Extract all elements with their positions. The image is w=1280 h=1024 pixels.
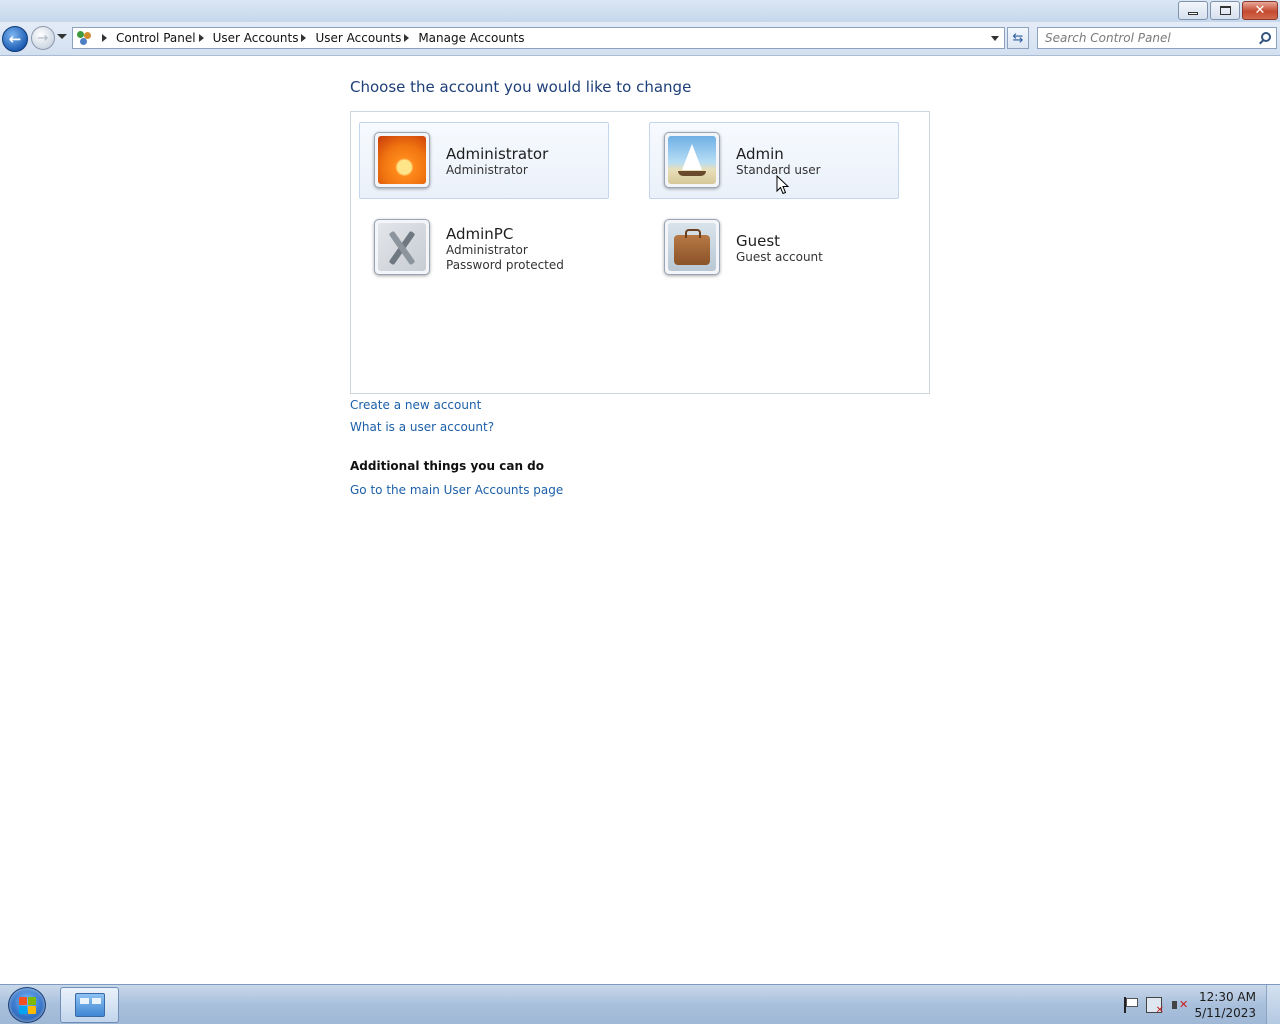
- account-type: Guest account: [736, 250, 823, 264]
- account-administrator[interactable]: Administrator Administrator: [359, 122, 609, 199]
- close-icon: ✕: [1254, 3, 1266, 18]
- accounts-panel: Administrator Administrator Admin Standa…: [350, 111, 930, 394]
- volume-muted-icon[interactable]: [1171, 997, 1188, 1013]
- orange-flower-picture: [378, 136, 426, 184]
- back-button[interactable]: ←: [2, 26, 28, 52]
- account-name: AdminPC: [446, 225, 514, 243]
- window-controls: ✕: [1176, 1, 1278, 20]
- additional-things-heading: Additional things you can do: [350, 459, 545, 473]
- show-desktop-button[interactable]: [1266, 985, 1280, 1024]
- breadcrumb-separator-icon[interactable]: [198, 34, 204, 42]
- account-admin[interactable]: Admin Standard user: [649, 122, 899, 199]
- breadcrumb-manage-accounts[interactable]: Manage Accounts: [418, 31, 524, 45]
- address-bar[interactable]: Control Panel User Accounts User Account…: [72, 27, 1005, 49]
- breadcrumb-control-panel[interactable]: Control Panel: [116, 31, 196, 45]
- main-user-accounts-link[interactable]: Go to the main User Accounts page: [350, 483, 563, 497]
- what-is-account-link[interactable]: What is a user account?: [350, 420, 494, 434]
- search-box[interactable]: [1037, 27, 1277, 49]
- account-guest[interactable]: Guest Guest account: [649, 209, 899, 286]
- account-type: Administrator: [446, 243, 528, 257]
- user-accounts-icon: [77, 31, 93, 45]
- control-panel-icon: [74, 993, 105, 1017]
- page-title: Choose the account you would like to cha…: [350, 78, 692, 96]
- breadcrumb-separator-icon[interactable]: [404, 34, 410, 42]
- taskbar-control-panel-button[interactable]: [60, 987, 119, 1023]
- restore-button[interactable]: [1210, 1, 1240, 20]
- clock-time: 12:30 AM: [1199, 990, 1256, 1004]
- network-disconnected-icon[interactable]: [1146, 997, 1164, 1016]
- address-dropdown-icon[interactable]: [991, 36, 999, 41]
- clock[interactable]: 12:30 AM 5/11/2023: [1194, 989, 1256, 1021]
- windows-logo-icon: [19, 997, 37, 1015]
- account-picture: [664, 219, 720, 275]
- taskbar: 12:30 AM 5/11/2023: [0, 984, 1280, 1024]
- breadcrumb-separator-icon[interactable]: [301, 34, 307, 42]
- start-button[interactable]: [8, 987, 46, 1023]
- breadcrumb-user-accounts[interactable]: User Accounts: [213, 31, 299, 45]
- tools-picture: [378, 223, 426, 271]
- suitcase-picture: [668, 223, 716, 271]
- back-arrow-icon: ←: [8, 30, 22, 48]
- clock-date: 5/11/2023: [1194, 1006, 1256, 1020]
- forward-button[interactable]: →: [31, 26, 55, 50]
- search-icon[interactable]: [1261, 32, 1271, 42]
- account-name: Guest: [736, 232, 781, 250]
- account-picture: [374, 219, 430, 275]
- sailboat-picture: [668, 136, 716, 184]
- account-name: Administrator: [446, 145, 549, 163]
- account-picture: [374, 132, 430, 188]
- account-password-status: Password protected: [446, 258, 564, 272]
- recent-pages-dropdown[interactable]: [57, 34, 67, 39]
- breadcrumb-user-accounts-sub[interactable]: User Accounts: [315, 31, 401, 45]
- account-name: Admin: [736, 145, 784, 163]
- refresh-icon: ⇆: [1012, 30, 1024, 46]
- action-center-flag-icon[interactable]: [1122, 997, 1138, 1013]
- minimize-button[interactable]: [1178, 1, 1208, 20]
- breadcrumb-separator-icon[interactable]: [102, 34, 107, 42]
- refresh-button[interactable]: ⇆: [1007, 27, 1029, 49]
- search-input[interactable]: [1038, 28, 1252, 48]
- close-button[interactable]: ✕: [1242, 1, 1278, 20]
- navigation-bar: ← → Control Panel User Accounts User Acc…: [0, 22, 1280, 56]
- restore-icon: [1219, 6, 1231, 15]
- account-picture: [664, 132, 720, 188]
- minimize-icon: [1188, 12, 1198, 15]
- create-account-link[interactable]: Create a new account: [350, 398, 481, 412]
- account-type: Administrator: [446, 163, 528, 177]
- forward-arrow-icon: →: [37, 30, 49, 46]
- account-adminpc[interactable]: AdminPC Administrator Password protected: [359, 209, 609, 286]
- title-bar: ✕: [0, 0, 1280, 22]
